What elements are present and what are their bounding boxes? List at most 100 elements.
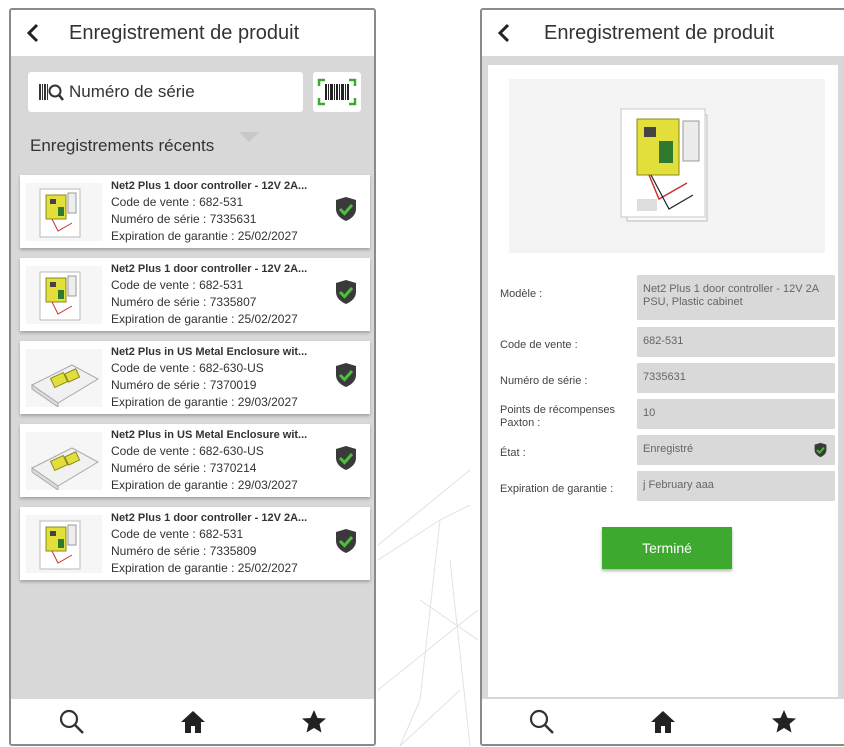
product-name: Net2 Plus 1 door controller - 12V 2A...: [111, 263, 308, 275]
star-icon: [771, 710, 796, 733]
serial-value: 7335631: [209, 212, 257, 226]
record-card[interactable]: Net2 Plus 1 door controller - 12V 2A... C…: [20, 507, 370, 580]
sale-code-value: 682-531: [199, 278, 244, 292]
sale-code-line: Code de vente : 682-630-US: [111, 360, 327, 377]
state-value-field: Enregistré: [637, 435, 835, 465]
barcode-scan-icon: [317, 78, 357, 106]
home-icon: [180, 710, 205, 733]
metal-enclosure-image: [31, 364, 100, 408]
warranty-value: 25/02/2027: [237, 229, 298, 243]
product-name: Net2 Plus 1 door controller - 12V 2A...: [111, 512, 308, 524]
recent-records-heading: Enregistrements récents: [30, 136, 215, 155]
verified-shield-icon: [336, 446, 356, 470]
search-row: Numéro de série: [28, 72, 361, 112]
warranty-label: Expiration de garantie :: [111, 561, 235, 575]
serial-label: Numéro de série :: [111, 295, 207, 309]
record-card[interactable]: Net2 Plus 1 door controller - 12V 2A... C…: [20, 175, 370, 248]
product-name: Net2 Plus in US Metal Enclosure wit...: [111, 346, 308, 358]
warranty-label: Expiration de garantie :: [111, 478, 235, 492]
verified-shield-icon: [336, 363, 356, 387]
tab-bar: [482, 699, 844, 744]
sale-code-line: Code de vente : 682-531: [111, 277, 327, 294]
serial-label: Numéro de série :: [111, 378, 207, 392]
chevron-left-icon: [497, 23, 510, 43]
record-card[interactable]: Net2 Plus 1 door controller - 12V 2A... C…: [20, 258, 370, 331]
product-detail-panel: Modèle : Net2 Plus 1 door controller - 1…: [488, 65, 838, 697]
reward-points-label: Points de récompenses Paxton :: [500, 404, 615, 429]
serial-line: Numéro de série : 7335631: [111, 211, 327, 228]
product-thumbnail: [26, 432, 102, 491]
caret-down-icon: [239, 132, 259, 142]
warranty-line: Expiration de garantie : 29/03/2027: [111, 394, 327, 411]
product-thumbnail: [26, 515, 102, 573]
tab-favorites[interactable]: [764, 702, 804, 742]
model-value: Net2 Plus 1 door controller - 12V 2A PSU…: [637, 275, 835, 320]
controller-cabinet-image: [39, 520, 81, 570]
controller-cabinet-image: [39, 271, 81, 321]
sale-code-line: Code de vente : 682-531: [111, 194, 327, 211]
barcode-scan-button[interactable]: [313, 72, 361, 112]
sale-code-label: Code de vente :: [111, 278, 196, 292]
controller-cabinet-image: [39, 188, 81, 238]
sale-code-line: Code de vente : 682-531: [111, 526, 327, 543]
serial-label: Numéro de série :: [111, 212, 207, 226]
record-details: Net2 Plus in US Metal Enclosure wit... Co…: [111, 428, 327, 494]
serial-value: 7335807: [209, 295, 257, 309]
record-card[interactable]: Net2 Plus in US Metal Enclosure wit... Co…: [20, 341, 370, 414]
verified-shield-icon: [336, 197, 356, 221]
serial-value: 7370019: [209, 378, 257, 392]
warranty-line: Expiration de garantie : 25/02/2027: [111, 228, 327, 245]
tab-home[interactable]: [643, 702, 683, 742]
chevron-left-icon: [26, 23, 39, 43]
product-name: Net2 Plus 1 door controller - 12V 2A...: [111, 180, 308, 192]
sale-code-label: Code de vente :: [111, 444, 196, 458]
sale-code-label: Code de vente :: [111, 361, 196, 375]
serial-label: Numéro de série :: [111, 544, 207, 558]
back-button[interactable]: [482, 10, 526, 56]
serial-value: 7370214: [209, 461, 257, 475]
state-label: État :: [500, 447, 526, 459]
record-card[interactable]: Net2 Plus in US Metal Enclosure wit... Co…: [20, 424, 370, 497]
product-image: [509, 79, 825, 253]
product-thumbnail: [26, 266, 102, 324]
warranty-label: Expiration de garantie :: [111, 395, 235, 409]
header: Enregistrement de produit: [482, 10, 844, 56]
serial-label: Numéro de série :: [111, 461, 207, 475]
verified-shield-icon: [336, 529, 356, 553]
search-icon: [530, 709, 555, 734]
tab-home[interactable]: [173, 702, 213, 742]
tab-search[interactable]: [52, 702, 92, 742]
sale-code-line: Code de vente : 682-630-US: [111, 443, 327, 460]
verified-shield-icon: [336, 280, 356, 304]
product-thumbnail: [26, 183, 102, 241]
state-value: Enregistré: [643, 443, 694, 455]
warranty-value: 29/03/2027: [237, 478, 298, 492]
tab-favorites[interactable]: [294, 702, 334, 742]
sale-code-label: Code de vente :: [111, 527, 196, 541]
warranty-value: 29/03/2027: [237, 395, 298, 409]
page-title: Enregistrement de produit: [544, 21, 775, 44]
search-placeholder: Numéro de série: [69, 82, 195, 101]
warranty-line: Expiration de garantie : 25/02/2027: [111, 560, 327, 577]
serial-line: Numéro de série : 7335807: [111, 294, 327, 311]
serial-line: Numéro de série : 7335809: [111, 543, 327, 560]
header: Enregistrement de produit: [11, 10, 374, 56]
serial-label: Numéro de série :: [500, 375, 588, 387]
sale-code-value: 682-531: [199, 195, 244, 209]
sale-code-value: 682-531: [637, 327, 835, 357]
record-details: Net2 Plus 1 door controller - 12V 2A... C…: [111, 262, 327, 328]
tab-search[interactable]: [522, 702, 562, 742]
back-button[interactable]: [11, 10, 55, 56]
warranty-value: 25/02/2027: [237, 312, 298, 326]
warranty-value: 25/02/2027: [237, 561, 298, 575]
serial-line: Numéro de série : 7370214: [111, 460, 327, 477]
done-button[interactable]: Terminé: [602, 527, 732, 569]
sale-code-value: 682-531: [199, 527, 244, 541]
phone-detail-screen: Enregistrement de produit Modèle : Net2 …: [480, 8, 844, 746]
model-label: Modèle :: [500, 288, 543, 300]
serial-search-input[interactable]: Numéro de série: [28, 72, 303, 112]
warranty-label: Expiration de garantie :: [111, 229, 235, 243]
sale-code-value: 682-630-US: [199, 444, 264, 458]
sale-code-label: Code de vente :: [111, 195, 196, 209]
warranty-label: Expiration de garantie :: [111, 312, 235, 326]
